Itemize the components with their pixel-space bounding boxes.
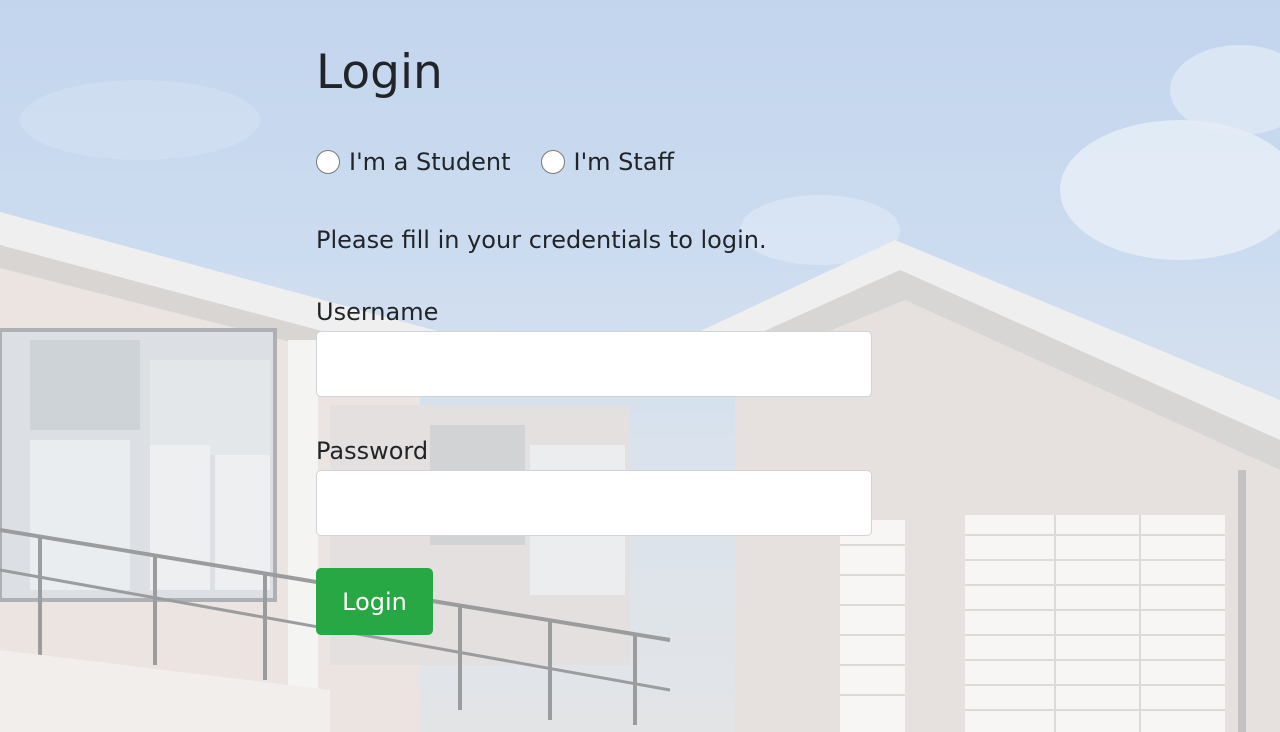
student-role-option[interactable]: I'm a Student bbox=[316, 146, 511, 178]
login-instructions: Please fill in your credentials to login… bbox=[316, 226, 767, 254]
login-button[interactable]: Login bbox=[316, 568, 433, 635]
staff-role-option[interactable]: I'm Staff bbox=[540, 146, 675, 178]
staff-role-label: I'm Staff bbox=[573, 148, 675, 176]
student-role-label: I'm a Student bbox=[349, 148, 511, 176]
password-input[interactable] bbox=[316, 470, 872, 536]
username-input[interactable] bbox=[316, 331, 872, 397]
password-label: Password bbox=[316, 437, 429, 465]
role-selector: I'm a Student I'm Staff bbox=[316, 146, 872, 178]
login-page: Login I'm a Student I'm Staff Please fil… bbox=[0, 0, 1280, 732]
page-title: Login bbox=[316, 45, 443, 100]
staff-radio-button[interactable] bbox=[540, 150, 565, 174]
username-label: Username bbox=[316, 298, 439, 326]
login-form: Login I'm a Student I'm Staff Please fil… bbox=[316, 40, 872, 635]
student-radio-button[interactable] bbox=[316, 150, 340, 174]
